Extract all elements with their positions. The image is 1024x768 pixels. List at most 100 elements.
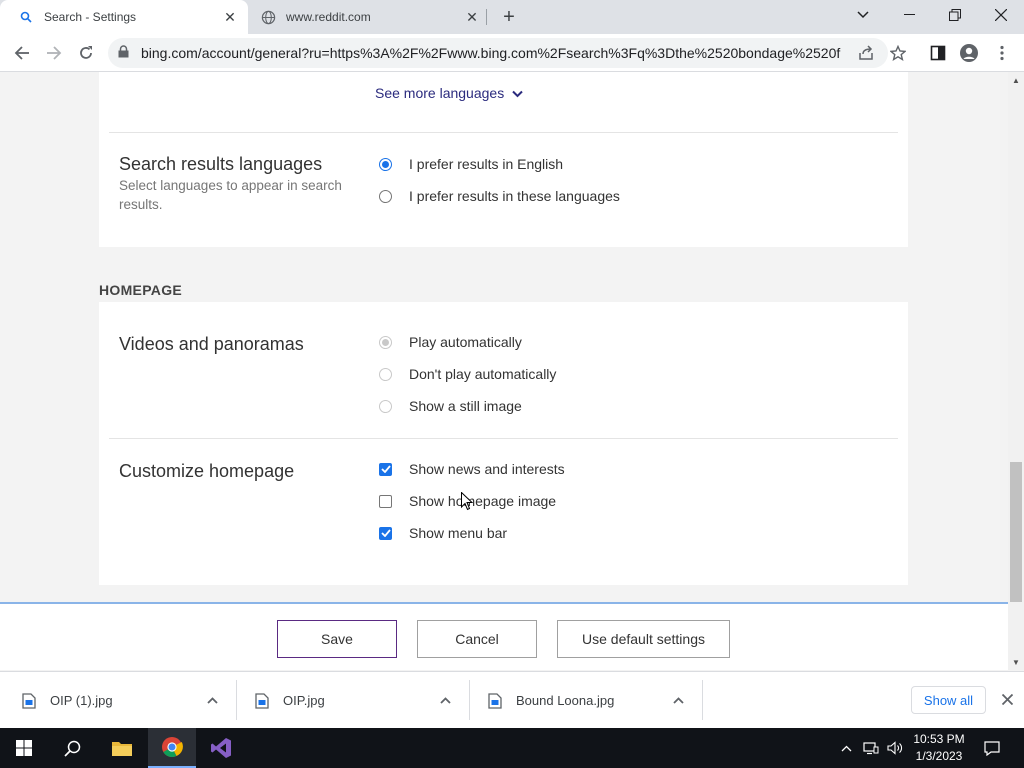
download-filename: OIP.jpg: [283, 693, 325, 708]
scrollbar-thumb[interactable]: [1010, 462, 1022, 602]
minimize-button[interactable]: [886, 0, 932, 30]
download-filename: OIP (1).jpg: [50, 693, 113, 708]
checkmark-icon: [380, 529, 391, 537]
visual-studio-icon[interactable]: [197, 728, 245, 768]
radio-button[interactable]: [379, 399, 392, 413]
option-label: Show menu bar: [409, 525, 508, 541]
bookmark-star-icon[interactable]: [884, 39, 912, 67]
system-clock[interactable]: 10:53 PM 1/3/2023: [908, 731, 970, 765]
clock-date: 1/3/2023: [915, 749, 963, 763]
tab-search-icon[interactable]: [840, 0, 886, 30]
browser-toolbar: bing.com/account/general?ru=https%3A%2F%…: [0, 34, 1024, 72]
url-text: bing.com/account/general?ru=https%3A%2F%…: [141, 45, 841, 61]
restore-button[interactable]: [932, 0, 978, 30]
download-item[interactable]: OIP (1).jpg: [22, 672, 236, 729]
option-label: Play automatically: [409, 334, 522, 350]
file-image-icon: [488, 692, 502, 709]
tab-separator: [486, 9, 487, 25]
back-arrow-icon[interactable]: [8, 39, 36, 67]
divider: [109, 438, 898, 439]
show-all-downloads-button[interactable]: Show all: [911, 686, 986, 714]
address-bar[interactable]: bing.com/account/general?ru=https%3A%2F%…: [108, 38, 888, 68]
languages-card: See more languages Search results langua…: [99, 72, 908, 247]
volume-icon[interactable]: [884, 728, 906, 768]
customize-homepage-title: Customize homepage: [119, 461, 295, 481]
lock-icon: [118, 45, 129, 61]
tab-reddit[interactable]: www.reddit.com ✕: [250, 0, 490, 34]
homepage-card: Videos and panoramas Play automatically …: [99, 302, 908, 585]
save-button[interactable]: Save: [277, 620, 397, 658]
tab-title: Search - Settings: [44, 10, 137, 24]
menu-kebab-icon[interactable]: [988, 39, 1016, 67]
tab-strip: Search - Settings ✕ www.reddit.com ✕ +: [0, 0, 1024, 34]
cancel-button[interactable]: Cancel: [417, 620, 537, 658]
close-tab-icon[interactable]: ✕: [462, 7, 482, 27]
globe-icon: [260, 9, 276, 25]
radio-button[interactable]: [379, 189, 392, 203]
checkbox-show-menu-bar[interactable]: Show menu bar: [379, 525, 507, 541]
download-item[interactable]: OIP.jpg: [255, 672, 469, 729]
checkbox[interactable]: [379, 462, 392, 476]
divider: [109, 132, 898, 133]
radio-these-languages-results[interactable]: I prefer results in these languages: [379, 188, 620, 204]
search-results-languages-title: Search results languages: [119, 154, 323, 174]
tab-title: www.reddit.com: [286, 10, 371, 24]
radio-button[interactable]: [379, 335, 392, 349]
close-window-button[interactable]: [978, 0, 1024, 30]
scroll-down-arrow-icon[interactable]: ▼: [1012, 658, 1020, 667]
reload-icon[interactable]: [72, 39, 100, 67]
chevron-up-icon[interactable]: [207, 692, 218, 707]
close-tab-icon[interactable]: ✕: [220, 7, 240, 27]
profile-avatar-icon[interactable]: [955, 39, 983, 67]
option-label: Show a still image: [409, 398, 522, 414]
file-explorer-icon[interactable]: [98, 728, 146, 768]
share-icon[interactable]: [852, 39, 880, 67]
checkbox[interactable]: [379, 494, 392, 508]
use-default-settings-button[interactable]: Use default settings: [557, 620, 730, 658]
videos-panoramas-title: Videos and panoramas: [119, 334, 304, 354]
new-tab-button[interactable]: +: [497, 5, 521, 29]
scroll-up-arrow-icon[interactable]: ▲: [1012, 76, 1020, 85]
chrome-icon[interactable]: [148, 728, 196, 768]
chevron-down-icon: [512, 85, 523, 101]
chevron-up-icon[interactable]: [836, 728, 856, 768]
settings-footer: Save Cancel Use default settings: [0, 602, 1008, 670]
option-label: Show news and interests: [409, 461, 565, 477]
see-more-languages-link[interactable]: See more languages: [375, 85, 523, 101]
radio-show-still-image[interactable]: Show a still image: [379, 398, 522, 414]
side-panel-icon[interactable]: [924, 39, 952, 67]
radio-dont-play-automatically[interactable]: Don't play automatically: [379, 366, 556, 382]
chevron-up-icon[interactable]: [673, 692, 684, 707]
radio-english-results[interactable]: I prefer results in English: [379, 156, 563, 172]
taskbar: 10:53 PM 1/3/2023: [0, 728, 1024, 768]
forward-arrow-icon[interactable]: [40, 39, 68, 67]
divider: [469, 680, 470, 720]
checkbox[interactable]: [379, 526, 392, 540]
checkmark-icon: [380, 465, 391, 473]
vertical-scrollbar[interactable]: ▲ ▼: [1008, 72, 1024, 670]
option-label: Show homepage image: [409, 493, 557, 509]
chevron-up-icon[interactable]: [440, 692, 451, 707]
divider: [236, 680, 237, 720]
download-filename: Bound Loona.jpg: [516, 693, 615, 708]
tab-bing-settings[interactable]: Search - Settings ✕: [0, 0, 248, 34]
windows-start-icon[interactable]: [0, 728, 48, 768]
download-item[interactable]: Bound Loona.jpg: [488, 672, 702, 729]
close-downloads-icon[interactable]: [998, 690, 1016, 708]
clock-time: 10:53 PM: [913, 732, 965, 746]
mouse-cursor-icon: [461, 491, 474, 516]
search-results-languages-description: Select languages to appear in search res…: [119, 178, 342, 212]
divider: [702, 680, 703, 720]
search-icon: [18, 9, 34, 25]
radio-button[interactable]: [379, 157, 392, 171]
see-more-label: See more languages: [375, 85, 505, 101]
option-label: I prefer results in English: [409, 156, 564, 172]
checkbox-show-news[interactable]: Show news and interests: [379, 461, 565, 477]
radio-play-automatically[interactable]: Play automatically: [379, 334, 522, 350]
network-icon[interactable]: [860, 728, 882, 768]
radio-button[interactable]: [379, 367, 392, 381]
search-icon[interactable]: [48, 728, 96, 768]
file-image-icon: [22, 692, 36, 709]
option-label: Don't play automatically: [409, 366, 557, 382]
notification-icon[interactable]: [980, 728, 1004, 768]
